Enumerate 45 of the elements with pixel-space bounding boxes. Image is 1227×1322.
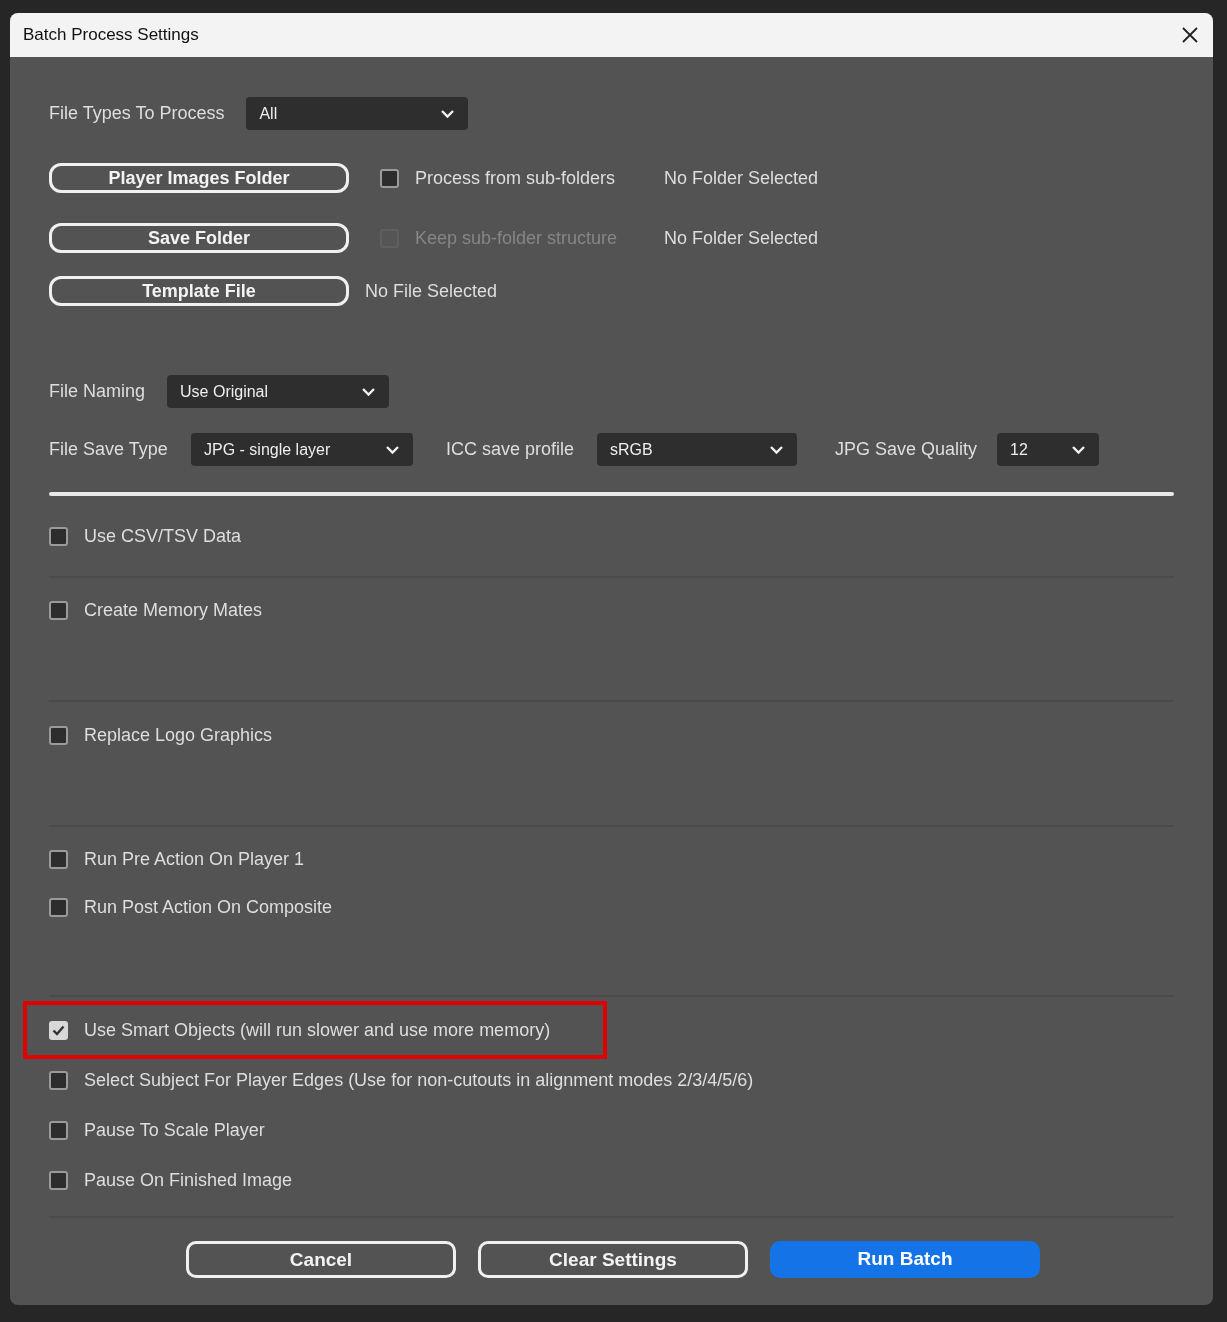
folder-button[interactable]: Template File — [49, 276, 349, 306]
checkbox-label: Use Smart Objects (will run slower and use more memory) — [84, 1018, 551, 1042]
checkbox[interactable] — [49, 725, 68, 745]
action-button[interactable]: Cancel — [186, 1241, 456, 1278]
chevron-down-icon — [385, 444, 400, 455]
checkbox[interactable] — [49, 600, 68, 620]
chevron-down-icon — [361, 386, 377, 397]
checkbox[interactable] — [49, 526, 68, 546]
checkbox[interactable] — [49, 1120, 68, 1140]
folder-button[interactable]: Save Folder — [49, 223, 349, 253]
window-title: Batch Process Settings — [23, 24, 199, 47]
checkbox[interactable] — [380, 168, 399, 188]
checkbox-label: Pause To Scale Player — [84, 1118, 265, 1142]
field-label: JPG Save Quality — [835, 438, 976, 461]
chevron-down-icon — [769, 444, 784, 455]
chevron-down-icon — [1071, 444, 1086, 455]
checkbox-label: Use CSV/TSV Data — [84, 524, 242, 548]
checkbox-label: Run Post Action On Composite — [84, 895, 333, 919]
checkbox-label: Run Pre Action On Player 1 — [84, 847, 305, 871]
checkbox[interactable] — [49, 1070, 68, 1090]
field-label: File Save Type — [49, 438, 169, 461]
checkbox-label: Process from sub-folders — [415, 166, 617, 190]
dropdown[interactable]: Use Original — [167, 375, 390, 408]
dropdown[interactable]: JPG - single layer — [191, 433, 413, 466]
chevron-down-icon — [440, 108, 456, 119]
checkbox-label: Create Memory Mates — [84, 598, 263, 622]
field-label: File Types To Process — [49, 102, 225, 125]
field-label: File Naming — [49, 380, 146, 403]
checkbox-label: Replace Logo Graphics — [84, 723, 273, 747]
checkbox[interactable] — [49, 897, 68, 917]
folder-button[interactable]: Player Images Folder — [49, 163, 349, 193]
status-text: No Folder Selected — [664, 166, 819, 190]
status-text: No Folder Selected — [664, 226, 819, 250]
checkbox[interactable] — [49, 849, 68, 869]
close-icon — [1181, 26, 1199, 44]
action-button[interactable]: Clear Settings — [478, 1241, 748, 1278]
dropdown[interactable]: All — [246, 97, 469, 130]
checkbox[interactable] — [49, 1170, 68, 1190]
dropdown[interactable]: 12 — [997, 433, 1099, 466]
checkbox-label: Pause On Finished Image — [84, 1168, 293, 1192]
checkbox-label: Select Subject For Player Edges (Use for non-cutouts in alignment modes 2/3/4/5/6) — [84, 1068, 754, 1092]
field-label: ICC save profile — [446, 438, 576, 461]
status-text: No File Selected — [365, 279, 498, 303]
dropdown[interactable]: sRGB — [597, 433, 797, 466]
run-button[interactable]: Run Batch — [770, 1241, 1040, 1278]
